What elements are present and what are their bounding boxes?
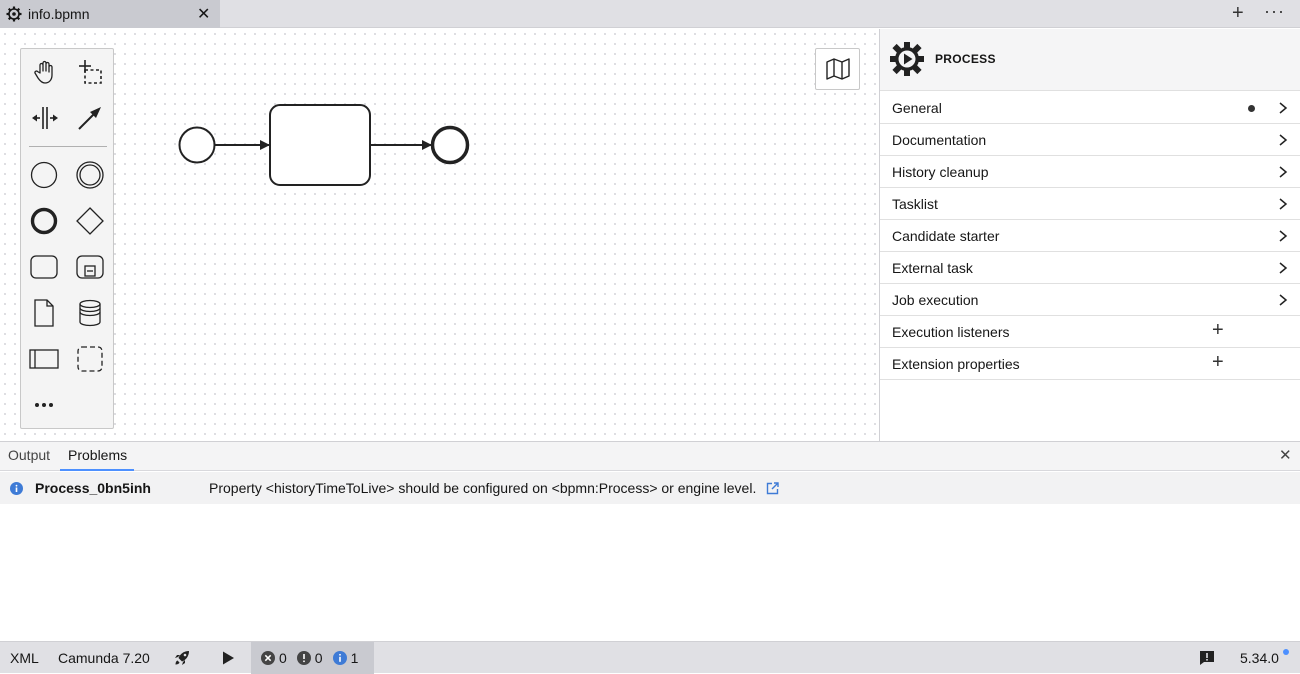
group-label: External task bbox=[892, 260, 973, 276]
start-event[interactable] bbox=[178, 126, 216, 164]
group-documentation[interactable]: Documentation bbox=[880, 124, 1300, 156]
bottom-panel: Output Problems ✕ Process_0bn5inh Proper… bbox=[0, 441, 1300, 641]
problem-row[interactable]: Process_0bn5inh Property <historyTimeToL… bbox=[0, 472, 1300, 504]
data-object-icon[interactable] bbox=[26, 295, 62, 331]
gear-icon bbox=[6, 6, 22, 22]
properties-header: PROCESS bbox=[880, 29, 1300, 91]
run-play-icon[interactable] bbox=[220, 650, 236, 666]
group-label: Execution listeners bbox=[892, 324, 1010, 340]
minimap-toggle-button[interactable] bbox=[815, 48, 860, 90]
intermediate-event-icon[interactable] bbox=[72, 157, 108, 193]
diagram-canvas[interactable] bbox=[0, 29, 879, 441]
close-tab-icon[interactable]: ✕ bbox=[197, 4, 210, 24]
warning-count: 0 bbox=[314, 650, 323, 666]
error-count: 0 bbox=[279, 650, 287, 666]
group-label: Tasklist bbox=[892, 196, 938, 212]
map-icon bbox=[825, 58, 850, 80]
properties-panel: PROCESS General Documentation History cl… bbox=[879, 29, 1300, 441]
hand-tool-icon[interactable] bbox=[27, 54, 63, 90]
group-general[interactable]: General bbox=[880, 92, 1300, 124]
tab-info-bpmn[interactable]: info.bpmn ✕ bbox=[0, 0, 220, 28]
info-icon bbox=[332, 651, 347, 665]
task[interactable] bbox=[269, 104, 371, 186]
problem-message: Property <historyTimeToLive> should be c… bbox=[209, 480, 757, 496]
lasso-tool-icon[interactable] bbox=[72, 54, 108, 90]
warning-icon bbox=[296, 651, 311, 665]
more-tools-icon[interactable] bbox=[26, 387, 62, 423]
connect-tool-icon[interactable] bbox=[72, 100, 108, 136]
chevron-right-icon bbox=[1279, 262, 1288, 274]
group-candidate-starter[interactable]: Candidate starter bbox=[880, 220, 1300, 252]
data-marker-dot bbox=[1248, 105, 1255, 112]
start-event-icon[interactable] bbox=[26, 157, 62, 193]
chevron-right-icon bbox=[1279, 102, 1288, 114]
tab-problems[interactable]: Problems bbox=[68, 447, 127, 463]
tab-output[interactable]: Output bbox=[8, 447, 50, 463]
new-tab-icon[interactable]: + bbox=[1232, 2, 1244, 25]
chevron-right-icon bbox=[1279, 166, 1288, 178]
end-event-icon[interactable] bbox=[26, 203, 62, 239]
xml-view-button[interactable]: XML bbox=[10, 650, 39, 666]
subprocess-icon[interactable] bbox=[72, 249, 108, 285]
error-icon bbox=[261, 651, 275, 665]
more-options-icon[interactable]: ··· bbox=[1264, 1, 1285, 22]
tab-bar: info.bpmn ✕ + ··· bbox=[0, 0, 1300, 28]
palette-separator bbox=[29, 146, 107, 147]
group-tasklist[interactable]: Tasklist bbox=[880, 188, 1300, 220]
close-panel-icon[interactable]: ✕ bbox=[1279, 446, 1292, 464]
bpmn-diagram bbox=[178, 104, 470, 186]
add-icon[interactable]: + bbox=[1212, 319, 1224, 342]
deploy-rocket-icon[interactable] bbox=[174, 650, 190, 666]
end-event[interactable] bbox=[430, 125, 470, 165]
gateway-icon[interactable] bbox=[72, 203, 108, 239]
properties-title: PROCESS bbox=[935, 52, 996, 66]
group-icon[interactable] bbox=[72, 341, 108, 377]
add-icon[interactable]: + bbox=[1212, 351, 1224, 374]
info-icon bbox=[10, 482, 23, 495]
app-version[interactable]: 5.34.0 bbox=[1240, 650, 1279, 666]
group-label: General bbox=[892, 100, 942, 116]
chevron-right-icon bbox=[1279, 294, 1288, 306]
group-history-cleanup[interactable]: History cleanup bbox=[880, 156, 1300, 188]
group-execution-listeners[interactable]: Execution listeners + bbox=[880, 316, 1300, 348]
problems-counter[interactable]: 0 0 1 bbox=[251, 642, 374, 674]
process-gear-icon bbox=[890, 42, 924, 76]
chevron-right-icon bbox=[1279, 134, 1288, 146]
feedback-icon[interactable] bbox=[1199, 650, 1215, 666]
space-tool-icon[interactable] bbox=[27, 100, 63, 136]
bottom-tabs: Output Problems ✕ bbox=[0, 442, 1300, 471]
group-extension-properties[interactable]: Extension properties + bbox=[880, 348, 1300, 380]
info-count: 1 bbox=[350, 650, 359, 666]
group-external-task[interactable]: External task bbox=[880, 252, 1300, 284]
problem-element-id: Process_0bn5inh bbox=[35, 480, 151, 496]
tool-palette bbox=[20, 48, 114, 429]
group-label: History cleanup bbox=[892, 164, 989, 180]
chevron-right-icon bbox=[1279, 230, 1288, 242]
active-tab-indicator bbox=[60, 469, 134, 471]
group-label: Documentation bbox=[892, 132, 987, 148]
group-job-execution[interactable]: Job execution bbox=[880, 284, 1300, 316]
engine-version-button[interactable]: Camunda 7.20 bbox=[58, 650, 150, 666]
pool-icon[interactable] bbox=[26, 341, 62, 377]
status-bar: XML Camunda 7.20 0 0 1 5.34.0 bbox=[0, 641, 1300, 674]
data-store-icon[interactable] bbox=[72, 295, 108, 331]
group-label: Candidate starter bbox=[892, 228, 1000, 244]
update-available-dot bbox=[1283, 649, 1289, 655]
chevron-right-icon bbox=[1279, 198, 1288, 210]
group-label: Extension properties bbox=[892, 356, 1020, 372]
group-label: Job execution bbox=[892, 292, 979, 308]
task-icon[interactable] bbox=[26, 249, 62, 285]
tab-title: info.bpmn bbox=[28, 6, 90, 22]
external-link-icon[interactable] bbox=[766, 482, 779, 495]
